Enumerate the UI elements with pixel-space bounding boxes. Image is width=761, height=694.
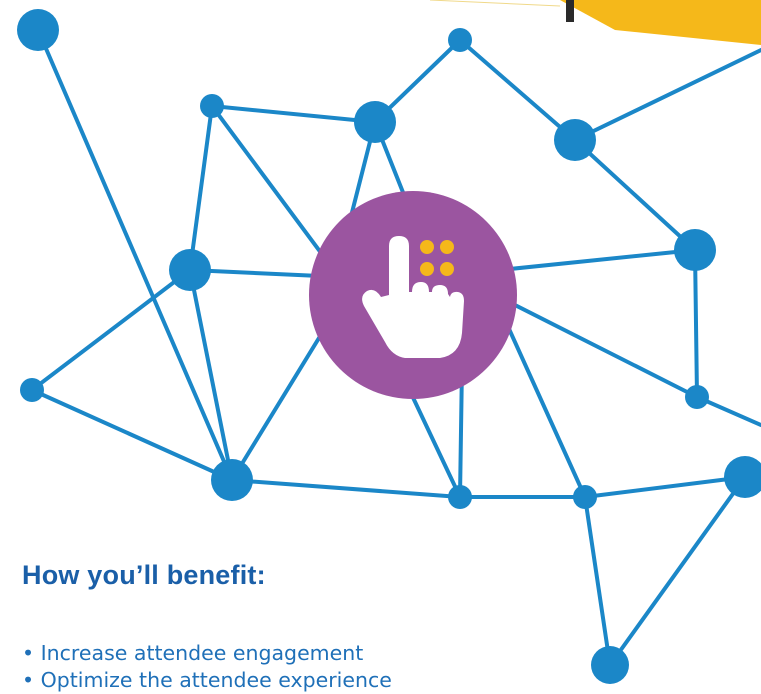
node xyxy=(211,459,253,501)
node xyxy=(554,119,596,161)
node xyxy=(20,378,44,402)
section-heading: How you’ll benefit: xyxy=(22,560,266,590)
benefits-list: • Increase attendee engagement • Optimiz… xyxy=(22,640,392,694)
node xyxy=(17,9,59,51)
node xyxy=(724,456,761,498)
node xyxy=(573,485,597,509)
yellow-corner-shape xyxy=(429,0,761,45)
node xyxy=(448,28,472,52)
node xyxy=(685,385,709,409)
tap-gesture-icon xyxy=(309,191,517,399)
node xyxy=(591,646,629,684)
node xyxy=(200,94,224,118)
list-item: • Increase attendee engagement xyxy=(22,641,364,665)
node xyxy=(169,249,211,291)
node xyxy=(354,101,396,143)
node xyxy=(448,485,472,509)
node xyxy=(674,229,716,271)
